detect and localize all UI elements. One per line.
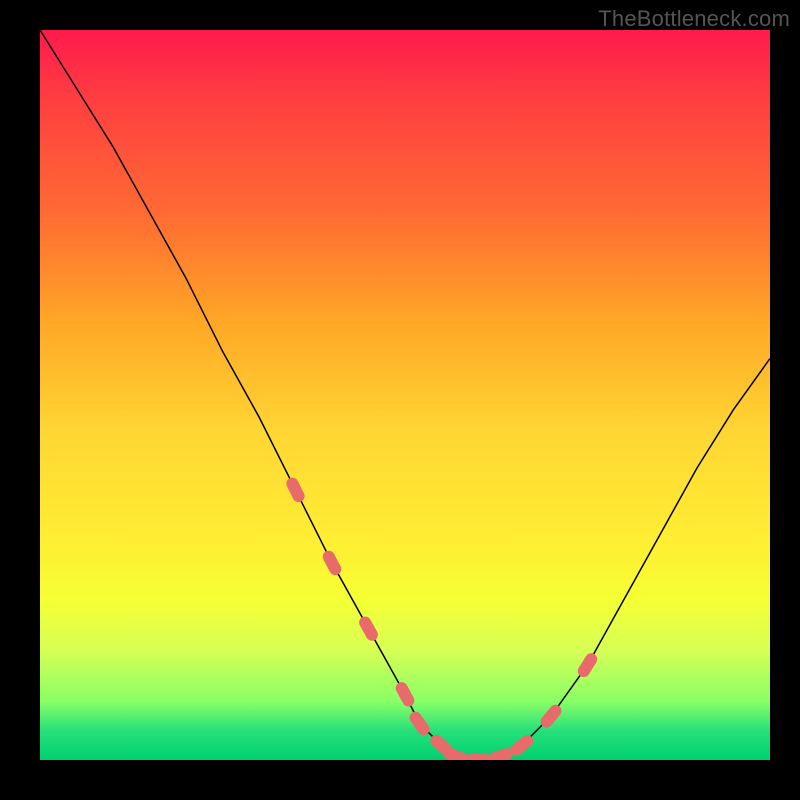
curve-marker (486, 747, 514, 760)
curve-marker (357, 614, 380, 643)
curve-marker (538, 702, 564, 730)
curve-marker (321, 549, 344, 578)
watermark-text: TheBottleneck.com (598, 6, 790, 32)
curve-marker (576, 651, 600, 679)
curve-marker (465, 754, 491, 760)
curve-marker (284, 476, 306, 505)
data-curve (40, 30, 770, 760)
curve-marker (394, 680, 417, 709)
curve-marker (428, 732, 455, 758)
curve-marker (407, 709, 432, 737)
curve-layer (40, 30, 770, 760)
chart-container: TheBottleneck.com (0, 0, 800, 800)
plot-area (40, 30, 770, 760)
curve-marker (508, 733, 536, 758)
curve-marker (442, 746, 471, 760)
